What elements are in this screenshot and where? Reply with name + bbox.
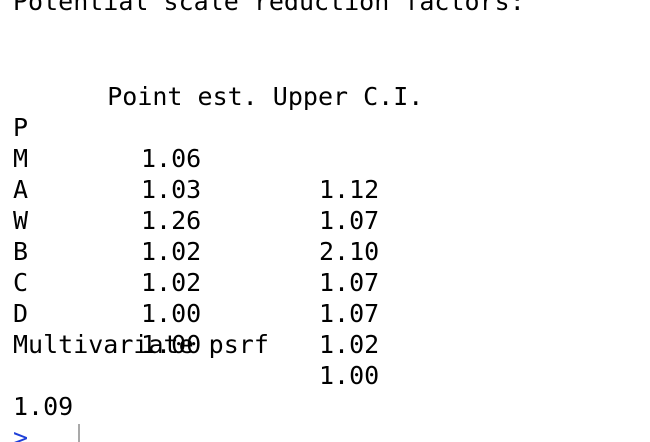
r-console-output[interactable]: Potential scale reduction factors: Point… [0,0,650,442]
point-est-value: 1.06 [141,144,202,173]
point-est-value: 1.02 [141,237,202,266]
upper-ci-value: 1.02 [319,330,380,359]
point-est-value: 1.00 [141,299,202,328]
upper-ci-value: 1.07 [319,268,380,297]
table-row: C 1.00 1.02 [13,236,379,359]
multivariate-psrf-value: 1.09 [13,392,74,421]
point-est-value: 1.26 [141,206,202,235]
point-est-value: 1.03 [141,175,202,204]
upper-ci-value: 1.07 [319,299,380,328]
table-row: W 1.02 1.07 [13,174,379,297]
upper-ci-value: 1.00 [319,361,380,390]
table-row: A 1.26 2.10 [13,143,379,266]
table-row: M 1.03 1.07 [13,112,379,235]
row-label: D [13,299,29,328]
table-row: P 1.06 1.12 [13,81,379,204]
multivariate-psrf-label: Multivariate psrf [13,330,269,359]
table-row: B 1.02 1.07 [13,205,379,328]
upper-ci-value: 1.07 [319,206,380,235]
psrf-header: Potential scale reduction factors: [13,0,525,16]
column-header-point-est: Point est. [107,82,258,111]
table-header-row: Point est. Upper C.I. [47,50,423,111]
upper-ci-value: 1.12 [319,175,380,204]
text-cursor [78,424,80,442]
point-est-value: 1.02 [141,268,202,297]
console-prompt: > [13,423,29,442]
table-row: D 1.00 1.00 [13,267,379,390]
upper-ci-value: 2.10 [319,237,380,266]
column-header-upper-ci: Upper C.I. [272,82,424,111]
